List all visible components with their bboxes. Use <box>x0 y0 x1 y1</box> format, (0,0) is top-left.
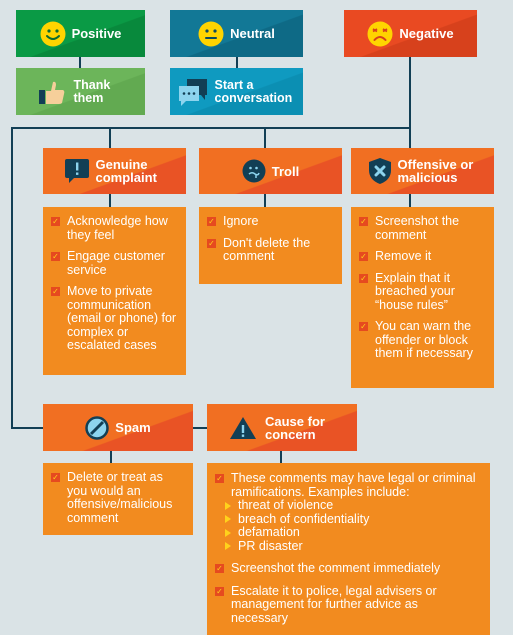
category-offensive-malicious: Offensive or malicious <box>351 148 494 194</box>
bullet-arrow-icon <box>225 515 231 524</box>
sentiment-neutral: Neutral <box>170 10 303 57</box>
action-label: Start a conversation <box>214 77 293 105</box>
content-genuine-complaint: ✓ Acknowledge how they feel ✓ Engage custo… <box>43 207 186 375</box>
connector-to-spam <box>11 427 43 429</box>
action-label: Thank them <box>73 77 111 105</box>
connector-positive <box>79 57 81 68</box>
connector-genuine <box>109 127 111 148</box>
list-item: ✓ Move to private communication (email or… <box>51 284 177 352</box>
list-item: ✓ Remove it <box>359 249 432 263</box>
list-item: ✓ Engage customer service <box>51 249 165 277</box>
sentiment-label: Negative <box>399 26 454 41</box>
speech-exclamation-icon <box>64 158 90 184</box>
connector-offensive <box>409 127 411 148</box>
checkbox-icon: ✓ <box>359 252 368 261</box>
checkbox-icon: ✓ <box>51 473 60 482</box>
thumbs-up-icon <box>38 78 66 106</box>
category-label: Offensive or malicious <box>397 157 474 185</box>
content-cause-for-concern: ✓ These comments may have legal or crimin… <box>207 463 490 635</box>
category-label: Genuine complaint <box>95 157 157 185</box>
category-label: Cause for concern <box>265 413 325 442</box>
list-item: ✓ These comments may have legal or crimin… <box>215 471 476 554</box>
connector-spam-cause <box>193 427 207 429</box>
checkbox-icon: ✓ <box>215 564 224 573</box>
checkbox-icon: ✓ <box>207 217 216 226</box>
category-troll: Troll <box>199 148 342 194</box>
list-item: ✓ Explain that it breached your “house ru… <box>359 270 455 312</box>
category-cause-for-concern: Cause for concern <box>207 404 357 451</box>
checkbox-icon: ✓ <box>51 252 60 261</box>
sentiment-negative: Negative <box>344 10 477 57</box>
bullet-arrow-icon <box>225 528 231 537</box>
bullet-arrow-icon <box>225 501 231 510</box>
warning-triangle-icon <box>229 416 257 440</box>
shield-x-icon <box>368 157 392 185</box>
list-item: ✓ Acknowledge how they feel <box>51 214 168 242</box>
bullet-arrow-icon <box>225 542 231 551</box>
list-item: ✓ Don't delete the comment <box>207 235 311 263</box>
category-spam: Spam <box>43 404 193 451</box>
connector-neutral <box>236 57 238 68</box>
checkbox-icon: ✓ <box>51 287 60 296</box>
checkbox-icon: ✓ <box>215 586 224 596</box>
chat-bubbles-icon <box>177 77 209 107</box>
list-item: ✓ Screenshot the comment <box>359 214 460 242</box>
checkbox-icon: ✓ <box>359 322 368 331</box>
category-label: Spam <box>115 420 151 435</box>
list-item: ✓ Ignore <box>207 214 259 228</box>
checkbox-icon: ✓ <box>359 273 368 283</box>
smiley-angry-icon <box>367 21 393 47</box>
connector-left-vertical <box>11 127 13 429</box>
example-item: threat of violence <box>215 498 333 513</box>
example-item: defamation <box>215 525 300 540</box>
checkbox-icon: ✓ <box>51 217 60 226</box>
category-genuine-complaint: Genuine complaint <box>43 148 186 194</box>
checkbox-icon: ✓ <box>207 238 216 248</box>
content-spam: ✓ Delete or treat as you would an offensi… <box>43 463 193 535</box>
connector-spam-content <box>110 451 112 463</box>
checkbox-icon: ✓ <box>215 474 224 483</box>
smiley-neutral-icon <box>198 21 224 47</box>
category-label: Troll <box>271 163 300 179</box>
connector-cause-content <box>280 451 282 463</box>
connector-offensive-content <box>409 194 411 207</box>
action-thank-them: Thank them <box>16 68 145 115</box>
list-item: ✓ Delete or treat as you would an offensi… <box>51 470 173 525</box>
sentiment-positive: Positive <box>16 10 145 57</box>
action-start-conversation: Start a conversation <box>170 68 303 115</box>
no-entry-icon <box>85 415 110 440</box>
list-item: ✓ Screenshot the comment immediately <box>215 561 441 575</box>
connector-horizontal-top <box>11 127 411 129</box>
list-item: ✓ Escalate it to police, legal advisers o… <box>215 583 437 625</box>
connector-troll <box>264 127 266 148</box>
example-item: PR disaster <box>215 539 303 554</box>
sentiment-label: Neutral <box>230 26 275 41</box>
list-item: ✓ You can warn the offender or block them… <box>359 319 473 360</box>
sentiment-label: Positive <box>71 26 122 41</box>
smiley-happy-icon <box>40 21 66 47</box>
connector-negative-down <box>409 57 411 129</box>
connector-genuine-content <box>109 194 111 207</box>
checkbox-icon: ✓ <box>359 217 368 226</box>
example-item: breach of confidentiality <box>215 512 369 527</box>
content-offensive-malicious: ✓ Screenshot the comment ✓ Remove it ✓ Expl… <box>351 207 494 388</box>
troll-face-icon <box>242 159 266 183</box>
connector-troll-content <box>264 194 266 207</box>
content-troll: ✓ Ignore ✓ Don't delete the comment <box>199 207 342 284</box>
